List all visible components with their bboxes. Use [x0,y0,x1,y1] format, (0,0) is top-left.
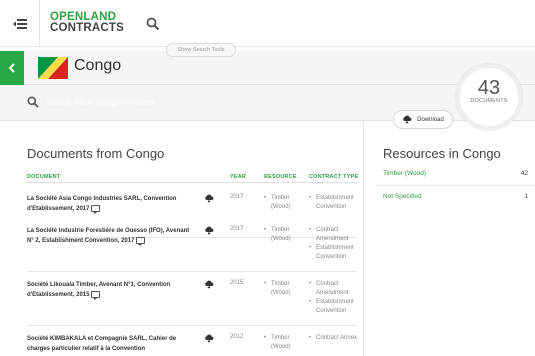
document-title: Société KIMBAKALA et Compagnie SARL, Cah… [27,336,177,352]
document-link[interactable]: La Société Industrie Forestière de Ouess… [27,226,192,246]
contract-type-item: Establishment Convention [309,194,369,212]
annotation-icon[interactable] [136,236,146,246]
cloud-download-icon[interactable] [204,226,214,235]
annotation-icon[interactable] [91,290,101,300]
annotation-icon[interactable] [91,204,101,214]
document-year: 2015 [230,280,244,286]
search-input[interactable] [46,94,286,110]
document-link[interactable]: La Société Asia Congo Industries SARL, C… [27,194,192,214]
download-label: Download [417,116,444,123]
documents-section-title: Documents from Congo [27,146,165,161]
document-contract-types: Contract Amendment Establishment Convent… [309,280,369,316]
resource-list-item[interactable]: Timber (Wood) 42 [383,166,528,184]
contract-type-item: Establishment Convention [309,298,369,316]
download-button[interactable]: Download [393,110,453,129]
document-year: 2017 [230,226,244,232]
contract-type-item: Contract Annex [309,334,369,343]
search-icon [27,96,39,108]
country-flag [38,57,68,79]
site-logo[interactable]: OPENLAND CONTRACTS [50,11,124,34]
cloud-download-icon[interactable] [204,194,214,203]
column-header-resource[interactable]: RESOURCE [264,174,297,180]
country-name: Congo [74,57,122,74]
show-search-tools-button[interactable]: Show Search Tools [166,43,236,57]
resource-item: Timber (Wood) [264,280,306,298]
resource-name: Not Specified [383,193,422,200]
search-icon[interactable] [146,17,160,31]
top-header: OPENLAND CONTRACTS [0,0,535,47]
resource-count: 42 [520,170,528,177]
document-link[interactable]: Société Likouala Timber, Avenant N°1, Co… [27,280,192,300]
header-divider [27,182,357,183]
resource-divider [376,185,535,186]
document-contract-types: Contract Amendment Establishment Convent… [309,226,369,262]
document-contract-types: Contract Annex [309,334,369,343]
chevron-left-icon [8,63,15,73]
document-contract-types: Establishment Convention [309,194,369,212]
table-row: La Société Industrie Forestière de Ouess… [27,226,357,272]
resource-list-item[interactable]: Not Specified 1 [383,189,528,207]
table-row: Société Likouala Timber, Avenant N°1, Co… [27,280,357,326]
country-search-bar [0,85,535,121]
back-button[interactable] [0,51,24,85]
documents-count-badge: 43 DOCUMENTS [456,64,522,130]
country-bar: Congo [0,51,535,85]
document-link[interactable]: Société KIMBAKALA et Compagnie SARL, Cah… [27,334,192,354]
document-title: La Société Industrie Forestière de Ouess… [27,228,190,244]
column-header-document[interactable]: DOCUMENT [27,174,60,180]
contract-type-item: Contract Amendment [309,280,369,298]
table-row: Société KIMBAKALA et Compagnie SARL, Cah… [27,334,357,356]
menu-icon [12,18,27,29]
logo-line-2: CONTRACTS [50,22,124,34]
resource-item: Timber (Wood) [264,226,306,244]
documents-count: 43 [477,77,501,99]
document-year: 2012 [230,334,244,340]
document-resources: Timber (Wood) [264,334,306,352]
document-year: 2017 [230,194,244,200]
cloud-download-icon[interactable] [204,280,214,289]
contract-type-item: Establishment Convention [309,244,369,262]
documents-count-label: DOCUMENTS [470,98,508,104]
column-header-contract-type[interactable]: CONTRACT TYPE [309,174,358,180]
resources-section-title: Resources in Congo [383,146,501,161]
menu-toggle-button[interactable] [0,0,40,47]
resource-name: Timber (Wood) [383,170,426,177]
main-content: Documents from Congo Resources in Congo … [0,122,535,356]
column-header-year[interactable]: YEAR [230,174,246,180]
document-resources: Timber (Wood) [264,194,306,212]
cloud-download-icon [403,115,412,124]
document-resources: Timber (Wood) [264,280,306,298]
document-resources: Timber (Wood) [264,226,306,244]
cloud-download-icon[interactable] [204,334,214,343]
contract-type-item: Contract Amendment [309,226,369,244]
resource-count: 1 [524,193,528,200]
document-title: La Société Asia Congo Industries SARL, C… [27,196,177,212]
resource-item: Timber (Wood) [264,334,306,352]
resource-item: Timber (Wood) [264,194,306,212]
